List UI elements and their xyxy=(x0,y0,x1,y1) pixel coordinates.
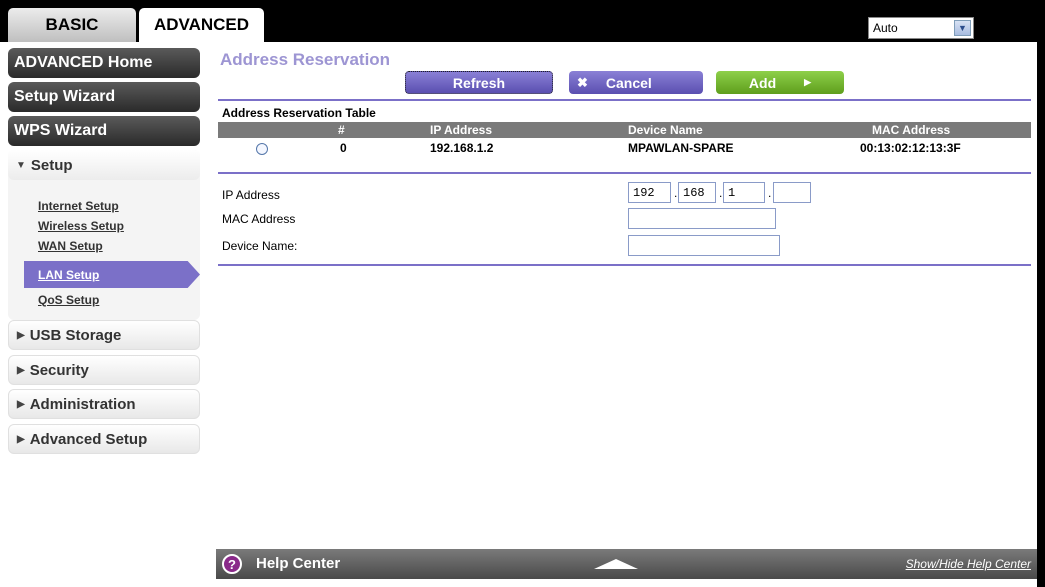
sidebar-item-administration-label: Administration xyxy=(29,395,136,413)
page-title: Address Reservation xyxy=(220,50,391,69)
triangle-right-icon: ▶ xyxy=(804,77,812,87)
refresh-button[interactable]: Refresh xyxy=(405,71,553,94)
row-index: 0 xyxy=(340,141,347,155)
tab-advanced[interactable]: ADVANCED xyxy=(139,8,264,42)
row-mac: 00:13:02:12:13:3F xyxy=(860,141,961,155)
sidebar-item-setup-label: Setup xyxy=(30,156,73,174)
cancel-button-label: Cancel xyxy=(605,74,652,91)
column-header-index: # xyxy=(338,123,345,137)
sidebar-item-administration[interactable]: ▶ Administration xyxy=(8,389,200,419)
triangle-right-icon: ▶ xyxy=(17,398,25,410)
main-content: Address Reservation Refresh ✖ Cancel Add… xyxy=(216,42,1037,587)
sidebar: ADVANCED Home Setup Wizard WPS Wizard ▼ … xyxy=(0,42,216,587)
expand-up-icon[interactable] xyxy=(594,559,638,569)
help-icon[interactable]: ? xyxy=(222,554,242,574)
ip-octet-1-input[interactable]: 192 xyxy=(628,182,671,203)
ip-address-label: IP Address xyxy=(222,188,280,202)
tab-basic[interactable]: BASIC xyxy=(8,8,136,42)
add-button-label: Add xyxy=(748,74,777,91)
sidebar-item-setup[interactable]: ▼ Setup xyxy=(8,150,200,180)
divider xyxy=(218,99,1031,101)
triangle-down-icon: ▼ xyxy=(16,159,26,171)
row-select-radio[interactable] xyxy=(256,143,268,155)
sidebar-item-advanced-setup-label: Advanced Setup xyxy=(29,430,148,448)
add-button[interactable]: Add ▶ xyxy=(716,71,844,94)
mac-address-label: MAC Address xyxy=(222,212,296,226)
sidebar-item-lan-setup[interactable]: LAN Setup xyxy=(24,261,200,288)
table-title: Address Reservation Table xyxy=(222,106,376,120)
sidebar-item-usb-storage[interactable]: ▶ USB Storage xyxy=(8,320,200,350)
sidebar-item-usb-storage-label: USB Storage xyxy=(29,326,122,344)
sidebar-item-advanced-setup[interactable]: ▶ Advanced Setup xyxy=(8,424,200,454)
ip-octet-2-input[interactable]: 168 xyxy=(678,182,716,203)
row-device: MPAWLAN-SPARE xyxy=(628,141,734,155)
chevron-down-icon[interactable]: ▼ xyxy=(954,20,971,36)
column-header-mac: MAC Address xyxy=(872,123,951,137)
triangle-right-icon: ▶ xyxy=(17,364,25,376)
sidebar-item-security-label: Security xyxy=(29,361,89,379)
column-header-device: Device Name xyxy=(628,123,703,137)
table-header: # IP Address Device Name MAC Address xyxy=(218,122,1031,138)
ip-octet-3-input[interactable]: 1 xyxy=(723,182,765,203)
row-ip: 192.168.1.2 xyxy=(430,141,494,155)
sidebar-item-internet-setup[interactable]: Internet Setup xyxy=(38,199,119,213)
sidebar-item-wan-setup[interactable]: WAN Setup xyxy=(38,239,103,253)
triangle-right-icon: ▶ xyxy=(17,433,25,445)
table-row: 0 192.168.1.2 MPAWLAN-SPARE 00:13:02:12:… xyxy=(218,140,1031,158)
divider xyxy=(218,172,1031,174)
refresh-button-label: Refresh xyxy=(452,74,506,91)
device-name-label: Device Name: xyxy=(222,239,298,253)
sidebar-item-lan-setup-label: LAN Setup xyxy=(38,267,100,282)
sidebar-item-wireless-setup[interactable]: Wireless Setup xyxy=(38,219,124,233)
show-hide-help-link[interactable]: Show/Hide Help Center xyxy=(906,557,1031,571)
close-icon: ✖ xyxy=(577,74,588,90)
column-header-ip: IP Address xyxy=(430,123,493,137)
triangle-right-icon: ▶ xyxy=(17,329,25,341)
ip-octet-4-input[interactable] xyxy=(773,182,811,203)
window-border xyxy=(1037,42,1045,587)
language-select-value: Auto xyxy=(873,21,898,35)
sidebar-item-security[interactable]: ▶ Security xyxy=(8,355,200,385)
top-bar: BASIC ADVANCED Auto ▼ xyxy=(0,0,1045,42)
ip-dot: . xyxy=(768,186,772,200)
help-center-label: Help Center xyxy=(256,555,341,572)
sidebar-item-advanced-home[interactable]: ADVANCED Home xyxy=(8,48,200,78)
cancel-button[interactable]: ✖ Cancel xyxy=(569,71,703,94)
divider xyxy=(218,264,1031,266)
ip-dot: . xyxy=(674,186,678,200)
sidebar-item-wps-wizard[interactable]: WPS Wizard xyxy=(8,116,200,146)
ip-dot: . xyxy=(719,186,723,200)
sidebar-item-qos-setup[interactable]: QoS Setup xyxy=(38,293,99,307)
mac-address-input[interactable] xyxy=(628,208,776,229)
language-select[interactable]: Auto ▼ xyxy=(868,17,974,39)
help-center-bar: ? Help Center Show/Hide Help Center xyxy=(216,549,1037,579)
device-name-input[interactable] xyxy=(628,235,780,256)
sidebar-item-setup-wizard[interactable]: Setup Wizard xyxy=(8,82,200,112)
